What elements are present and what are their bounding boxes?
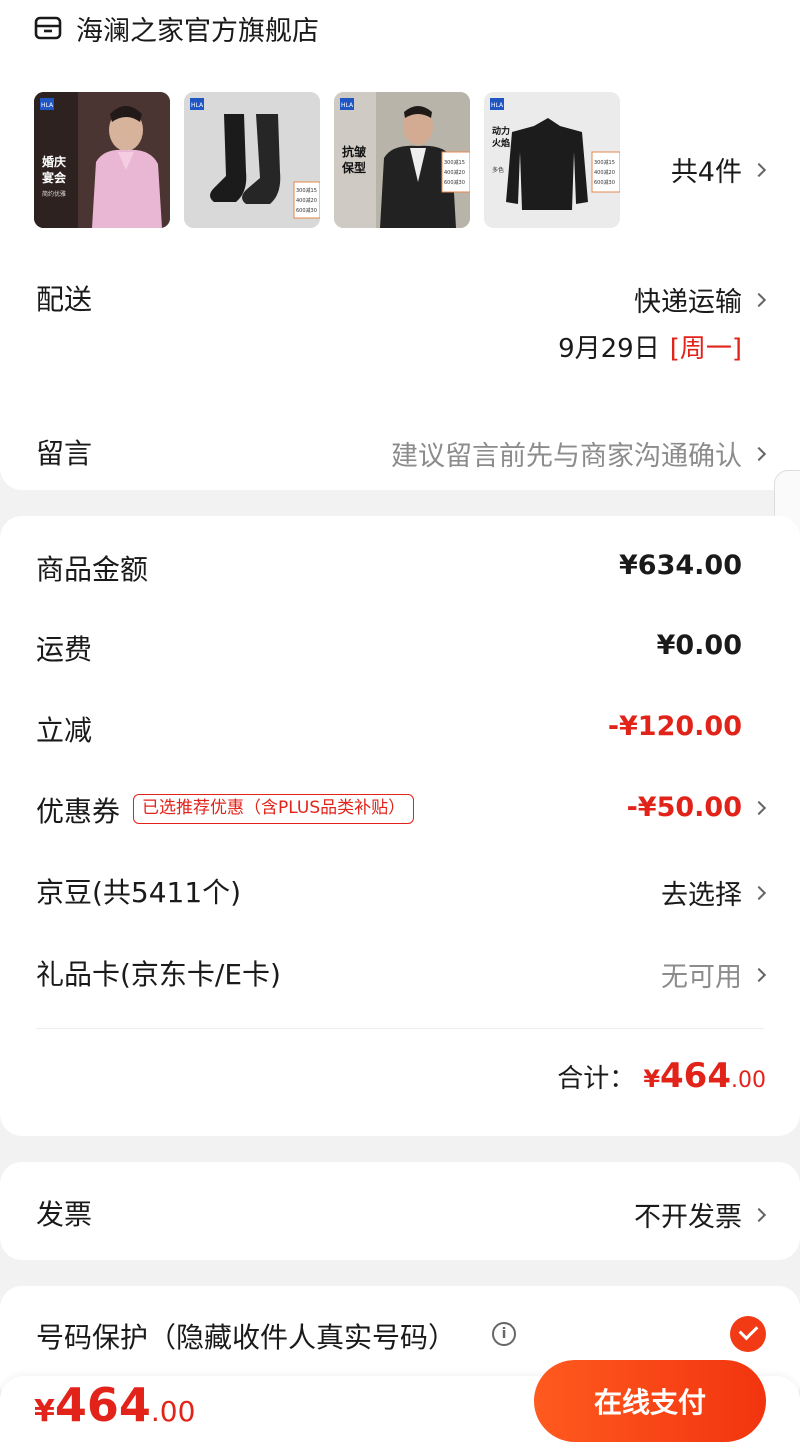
svg-text:HLA: HLA: [191, 102, 204, 109]
privacy-checkbox-checked-icon[interactable]: [730, 1316, 766, 1352]
message-label: 留言: [36, 437, 93, 470]
svg-text:婚庆: 婚庆: [42, 154, 66, 169]
product-thumbnails[interactable]: HLA 婚庆 宴会 简约优雅 HLA 300减15 400减20 600减30: [34, 92, 620, 228]
chevron-right-icon: [751, 162, 767, 177]
product-thumbnail[interactable]: HLA 300减15 400减20 600减30: [184, 92, 320, 228]
total-amount-dec: .00: [731, 1068, 766, 1093]
giftcard-selector[interactable]: 无可用: [661, 955, 767, 994]
message-placeholder: 建议留言前先与商家沟通确认: [391, 441, 742, 472]
svg-text:保型: 保型: [341, 160, 366, 175]
store-icon: [34, 16, 62, 40]
coupon-value: -¥50.00: [626, 792, 742, 823]
product-thumbnail[interactable]: HLA 抗皱 保型 300减15 400减20 600减30: [334, 92, 470, 228]
goods-amount-value: ¥634.00: [619, 550, 742, 581]
footer-currency: ¥: [34, 1394, 55, 1429]
invoice-value: 不开发票: [634, 1202, 742, 1233]
invoice-label: 发票: [36, 1198, 93, 1231]
svg-text:多色: 多色: [492, 166, 504, 174]
svg-text:400减20: 400减20: [296, 197, 317, 204]
beans-value: 去选择: [661, 880, 742, 911]
coupon-tag: 已选推荐优惠（含PLUS品类补贴）: [133, 794, 415, 824]
total-amount-int: 464: [660, 1056, 731, 1096]
delivery-weekday: [周一]: [669, 334, 742, 364]
svg-text:宴会: 宴会: [42, 170, 67, 185]
info-icon[interactable]: i: [492, 1322, 516, 1346]
chevron-right-icon: [751, 800, 767, 815]
divider: [36, 1028, 764, 1029]
chevron-right-icon: [751, 967, 767, 982]
goods-amount-label: 商品金额: [36, 553, 149, 586]
order-total: 合计： ¥ 464 .00: [557, 1056, 766, 1096]
discount-label: 立减: [36, 714, 93, 747]
coupon-selector[interactable]: -¥50.00: [626, 792, 767, 823]
giftcard-label: 礼品卡(京东卡/E卡): [36, 958, 281, 991]
giftcard-value: 无可用: [661, 962, 742, 993]
svg-text:火焰: 火焰: [492, 137, 510, 149]
svg-text:300减15: 300减15: [594, 159, 615, 166]
chevron-right-icon: [751, 1207, 767, 1222]
shop-name: 海澜之家官方旗舰店: [76, 15, 319, 47]
product-count[interactable]: 共4件: [670, 150, 767, 189]
beans-label: 京豆(共5411个): [36, 876, 242, 909]
product-image: HLA 婚庆 宴会 简约优雅: [34, 92, 170, 228]
svg-text:HLA: HLA: [41, 102, 54, 109]
svg-text:HLA: HLA: [491, 102, 504, 109]
delivery-date-label: 9月29日: [558, 334, 660, 364]
total-label: 合计：: [557, 1064, 636, 1094]
order-summary-card: [0, 0, 800, 490]
message-field[interactable]: 建议留言前先与商家沟通确认: [391, 434, 767, 473]
shipping-value: ¥0.00: [656, 630, 742, 661]
footer-amount-int: 464: [54, 1378, 151, 1432]
product-thumbnail[interactable]: HLA 动力 火焰 多色 300减15 400减20 600减30: [484, 92, 620, 228]
svg-text:300减15: 300减15: [444, 159, 465, 166]
discount-value: -¥120.00: [607, 711, 742, 742]
product-count-label: 共4件: [670, 157, 742, 188]
delivery-label: 配送: [36, 283, 93, 316]
footer-total: ¥ 464 .00: [34, 1378, 195, 1432]
delivery-date[interactable]: 9月29日 [周一]: [558, 328, 742, 365]
chevron-right-icon: [751, 292, 767, 307]
beans-selector[interactable]: 去选择: [661, 873, 767, 912]
svg-text:400减20: 400减20: [594, 169, 615, 176]
delivery-method[interactable]: 快递运输: [634, 280, 767, 319]
chevron-right-icon: [751, 885, 767, 900]
coupon-label: 优惠券: [36, 795, 121, 828]
svg-text:HLA: HLA: [341, 102, 354, 109]
chevron-right-icon: [751, 446, 767, 461]
product-thumbnail[interactable]: HLA 婚庆 宴会 简约优雅: [34, 92, 170, 228]
privacy-label: 号码保护（隐藏收件人真实号码）: [36, 1321, 457, 1354]
svg-text:600减30: 600减30: [594, 179, 615, 186]
svg-text:600减30: 600减30: [444, 179, 465, 186]
footer-amount-dec: .00: [150, 1395, 196, 1428]
product-image: HLA 抗皱 保型 300减15 400减20 600减30: [334, 92, 470, 228]
svg-text:抗皱: 抗皱: [342, 144, 366, 159]
total-currency: ¥: [643, 1065, 661, 1093]
delivery-method-label: 快递运输: [634, 287, 742, 318]
svg-text:动力: 动力: [492, 125, 510, 137]
product-image: HLA 动力 火焰 多色 300减15 400减20 600减30: [484, 92, 620, 228]
svg-text:600减30: 600减30: [296, 207, 317, 214]
svg-text:400减20: 400减20: [444, 169, 465, 176]
product-image: HLA 300减15 400减20 600减30: [184, 92, 320, 228]
svg-text:300减15: 300减15: [296, 187, 317, 194]
shipping-label: 运费: [36, 633, 93, 666]
pay-online-button[interactable]: 在线支付: [534, 1360, 766, 1442]
svg-text:简约优雅: 简约优雅: [42, 190, 66, 198]
shop-header[interactable]: 海澜之家官方旗舰店: [34, 10, 319, 47]
invoice-selector[interactable]: 不开发票: [634, 1195, 767, 1234]
